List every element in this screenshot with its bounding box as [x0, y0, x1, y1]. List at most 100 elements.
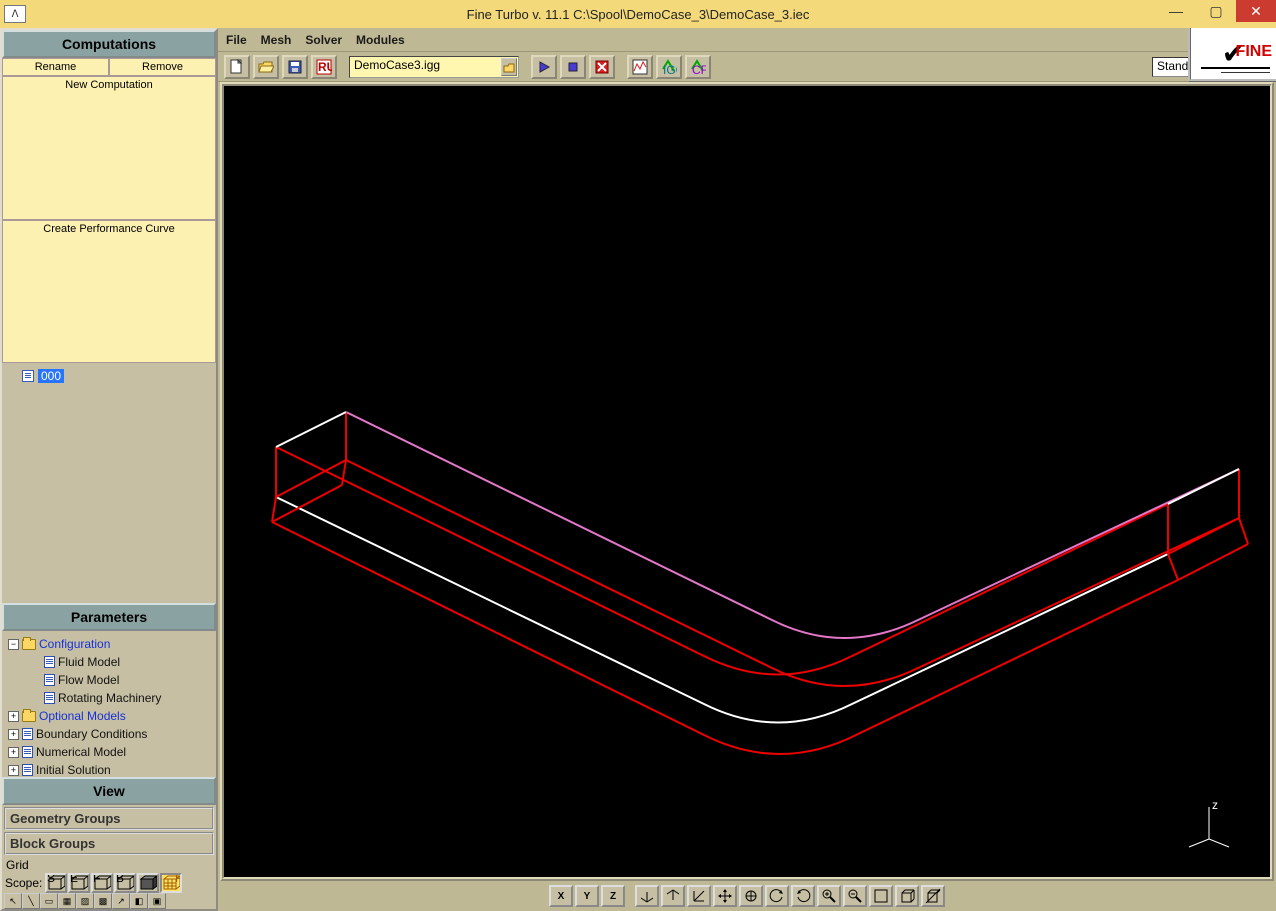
- rotate-right-button[interactable]: [791, 885, 815, 907]
- folder-icon: [22, 711, 36, 722]
- document-icon: [44, 674, 55, 686]
- tree-initial-solution[interactable]: + Initial Solution: [4, 761, 214, 777]
- scope-wireframe-f-button[interactable]: F: [91, 873, 113, 893]
- create-performance-curve-button[interactable]: Create Performance Curve: [2, 220, 216, 364]
- tool-arrow[interactable]: ↗: [112, 893, 130, 909]
- remove-button[interactable]: Remove: [109, 58, 216, 76]
- maximize-button[interactable]: ▢: [1196, 0, 1236, 22]
- computations-panel-title: Computations: [2, 30, 216, 58]
- svg-text:RUN: RUN: [318, 60, 332, 74]
- axis-indicator: z: [1184, 799, 1234, 849]
- toolbar: RUN DemoCase3.igg IGG CFV Standard Mode …: [218, 52, 1276, 82]
- view-y-button[interactable]: Y: [575, 885, 599, 907]
- svg-text:E: E: [70, 875, 78, 885]
- computation-item[interactable]: 000: [6, 369, 212, 383]
- igg-tool-button[interactable]: IGG: [656, 55, 682, 79]
- tool-grid3[interactable]: ▩: [94, 893, 112, 909]
- clip-view-button[interactable]: [921, 885, 945, 907]
- expand-icon[interactable]: +: [8, 711, 19, 722]
- menu-bar: File Mesh Solver Modules: [218, 28, 1276, 52]
- view-iso2-button[interactable]: [661, 885, 685, 907]
- rename-button[interactable]: Rename: [2, 58, 109, 76]
- scope-shaded-button[interactable]: [137, 873, 159, 893]
- svg-text:CFV: CFV: [692, 63, 706, 75]
- tool-shade[interactable]: ▣: [148, 893, 166, 909]
- new-computation-button[interactable]: New Computation: [2, 76, 216, 220]
- tool-select[interactable]: ▭: [40, 893, 58, 909]
- open-file-button[interactable]: [253, 55, 279, 79]
- scope-mesh-button[interactable]: P: [160, 873, 182, 893]
- menu-modules[interactable]: Modules: [356, 33, 405, 47]
- tree-configuration[interactable]: − Configuration: [4, 635, 214, 653]
- tree-numerical-model[interactable]: + Numerical Model: [4, 743, 214, 761]
- svg-text:S: S: [47, 875, 55, 885]
- orbit-button[interactable]: [739, 885, 763, 907]
- svg-text:P: P: [175, 875, 180, 885]
- svg-text:F: F: [93, 875, 100, 885]
- tool-paint[interactable]: ◧: [130, 893, 148, 909]
- box-view-button[interactable]: [895, 885, 919, 907]
- new-file-button[interactable]: [224, 55, 250, 79]
- expand-icon[interactable]: +: [8, 729, 19, 740]
- view-iso1-button[interactable]: [635, 885, 659, 907]
- collapse-icon[interactable]: −: [8, 639, 19, 650]
- view-x-button[interactable]: X: [549, 885, 573, 907]
- document-icon: [22, 764, 33, 776]
- tree-boundary-conditions[interactable]: + Boundary Conditions: [4, 725, 214, 743]
- svg-text:z: z: [1212, 799, 1218, 812]
- rotate-left-button[interactable]: [765, 885, 789, 907]
- tree-fluid-model[interactable]: Fluid Model: [4, 653, 214, 671]
- mesh-file-dropdown-icon[interactable]: [501, 58, 517, 76]
- tool-pointer[interactable]: ↖: [4, 893, 22, 909]
- computation-label: 000: [38, 369, 64, 383]
- app-icon: ꓥ: [4, 5, 26, 23]
- window-titlebar: ꓥ Fine Turbo v. 11.1 C:\Spool\DemoCase_3…: [0, 0, 1276, 28]
- play-button[interactable]: [531, 55, 557, 79]
- zoom-in-button[interactable]: [817, 885, 841, 907]
- scope-wireframe-b-button[interactable]: B: [114, 873, 136, 893]
- monitor-button[interactable]: [627, 55, 653, 79]
- fit-view-button[interactable]: [869, 885, 893, 907]
- run-button[interactable]: RUN: [311, 55, 337, 79]
- document-icon: [22, 746, 33, 758]
- scope-wireframe-e-button[interactable]: E: [68, 873, 90, 893]
- computations-list: 000: [2, 363, 216, 603]
- expand-icon[interactable]: +: [8, 765, 19, 776]
- zoom-out-button[interactable]: [843, 885, 867, 907]
- main-area: File Mesh Solver Modules RUN DemoCase3.i…: [218, 28, 1276, 911]
- stop-button[interactable]: [560, 55, 586, 79]
- save-button[interactable]: [282, 55, 308, 79]
- left-sidebar: Computations Rename Remove New Computati…: [0, 28, 218, 911]
- menu-file[interactable]: File: [226, 33, 247, 47]
- cancel-button[interactable]: [589, 55, 615, 79]
- view-panel-title: View: [2, 777, 216, 805]
- menu-solver[interactable]: Solver: [305, 33, 342, 47]
- cfv-tool-button[interactable]: CFV: [685, 55, 711, 79]
- tool-line[interactable]: ╲: [22, 893, 40, 909]
- tree-rotating-machinery[interactable]: Rotating Machinery: [4, 689, 214, 707]
- window-title: Fine Turbo v. 11.1 C:\Spool\DemoCase_3\D…: [467, 7, 810, 22]
- folder-icon: [22, 639, 36, 650]
- expand-icon[interactable]: +: [8, 747, 19, 758]
- grid-label: Grid: [2, 857, 216, 873]
- tool-grid1[interactable]: ▦: [58, 893, 76, 909]
- close-button[interactable]: ✕: [1236, 0, 1276, 22]
- rotate-axes-button[interactable]: [687, 885, 711, 907]
- scope-wireframe-s-button[interactable]: S: [45, 873, 67, 893]
- minimize-button[interactable]: —: [1156, 0, 1196, 22]
- tool-grid2[interactable]: ▨: [76, 893, 94, 909]
- parameters-tree: − Configuration Fluid Model Flow Model R…: [2, 631, 216, 777]
- tree-flow-model[interactable]: Flow Model: [4, 671, 214, 689]
- viewport-3d[interactable]: z: [220, 82, 1274, 881]
- pan-button[interactable]: [713, 885, 737, 907]
- block-groups-header[interactable]: Block Groups: [4, 832, 214, 855]
- scope-label: Scope:: [5, 876, 42, 890]
- document-icon: [22, 728, 33, 740]
- geometry-groups-header[interactable]: Geometry Groups: [4, 807, 214, 830]
- fine-label: FINE: [1236, 43, 1272, 61]
- tree-optional-models[interactable]: + Optional Models: [4, 707, 214, 725]
- menu-mesh[interactable]: Mesh: [261, 33, 292, 47]
- view-z-button[interactable]: Z: [601, 885, 625, 907]
- svg-text:IGG: IGG: [663, 63, 677, 75]
- mesh-file-field[interactable]: DemoCase3.igg: [349, 56, 519, 78]
